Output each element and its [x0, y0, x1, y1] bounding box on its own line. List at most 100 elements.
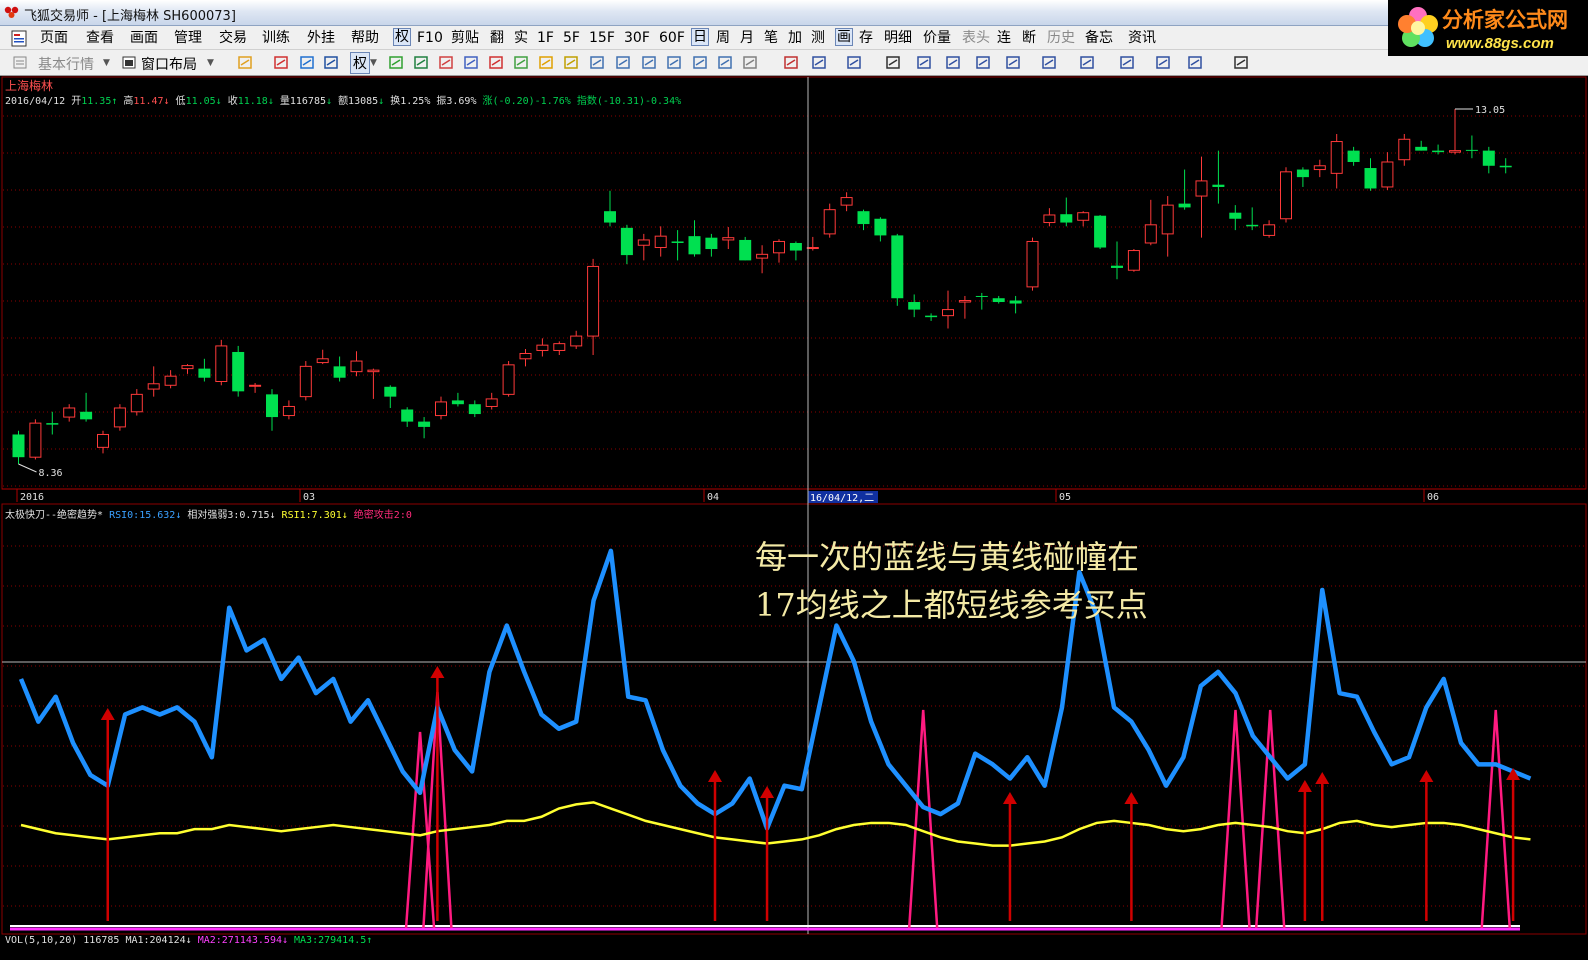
pink-spike	[1480, 709, 1511, 929]
menu-item[interactable]: F10	[417, 30, 443, 46]
chevron-down-icon[interactable]: ▼	[207, 58, 214, 68]
alert-icon[interactable]	[487, 54, 505, 71]
parallel-icon[interactable]	[974, 54, 992, 71]
candle-up	[587, 265, 600, 337]
text-icon[interactable]	[1078, 54, 1096, 71]
fan-icon[interactable]	[915, 54, 933, 71]
doc-icon[interactable]	[10, 30, 28, 47]
menu-item[interactable]: 价量	[923, 30, 951, 46]
table-icon[interactable]	[588, 54, 606, 71]
hline-icon[interactable]	[845, 54, 863, 71]
copy-icon[interactable]	[462, 54, 480, 71]
menu-item[interactable]: 训练	[262, 30, 290, 46]
layout-icon[interactable]	[322, 54, 340, 71]
pink-spike	[907, 709, 939, 929]
color-icon[interactable]	[387, 54, 405, 71]
chevron-down-icon[interactable]: ▼	[370, 58, 377, 68]
chevron-down-icon[interactable]: ▼	[103, 58, 110, 68]
menu-item[interactable]: 资讯	[1128, 30, 1156, 46]
candle-down	[384, 386, 397, 397]
red-arrow-head	[1124, 792, 1139, 804]
menu-item[interactable]: 测	[811, 30, 825, 46]
line-icon[interactable]	[810, 54, 828, 71]
menu-item[interactable]: 断	[1022, 30, 1036, 46]
menu-item[interactable]: 权	[393, 28, 411, 46]
crosshair-icon[interactable]	[298, 54, 316, 71]
screen-icon[interactable]	[716, 54, 734, 71]
menu-item[interactable]: 5F	[563, 30, 580, 46]
menu-item[interactable]: 周	[716, 30, 730, 46]
candle-down	[1009, 300, 1022, 304]
chart-annotation: 每一次的蓝线与黄线碰幢在 17均线之上都短线参考买点	[755, 533, 1148, 629]
window-icon[interactable]	[640, 54, 658, 71]
x-axis-label: 04	[707, 492, 719, 503]
min-price-label: 8.36	[39, 468, 63, 479]
menu-item[interactable]: 笔	[764, 30, 778, 46]
menu-item[interactable]: 表头	[962, 30, 990, 46]
paste-icon[interactable]	[1118, 54, 1136, 71]
candle-down	[688, 236, 701, 255]
candle-up	[181, 365, 194, 370]
menu-item[interactable]: 剪贴	[451, 30, 479, 46]
warning-icon[interactable]	[537, 54, 555, 71]
chart-icon[interactable]	[272, 54, 290, 71]
color-picker-icon[interactable]	[1154, 54, 1172, 71]
zoom-in-icon[interactable]	[665, 54, 683, 71]
menu-item[interactable]: 日	[691, 28, 709, 46]
candle-up	[1144, 224, 1157, 244]
open-icon[interactable]	[236, 54, 254, 71]
candle-up	[1381, 161, 1394, 188]
chart-area[interactable]: 13.05 8.36 2016 03 04 05 06 16/04/12,二 上海梅林 201…	[0, 76, 1588, 960]
mode-icon[interactable]	[1186, 54, 1204, 71]
candle-up	[249, 384, 262, 387]
layout-label[interactable]: 窗口布局	[141, 54, 197, 74]
list-icon[interactable]	[437, 54, 455, 71]
menu-item[interactable]: 查看	[86, 30, 114, 46]
menu-item[interactable]: 交易	[219, 30, 247, 46]
ohlc-value: 11.18↓	[237, 96, 274, 107]
menu-item[interactable]: 15F	[589, 30, 615, 46]
menu-item[interactable]: 存	[859, 30, 873, 46]
rect-icon[interactable]	[1004, 54, 1022, 71]
vline-icon[interactable]	[884, 54, 902, 71]
calc-icon[interactable]	[614, 54, 632, 71]
gear-icon[interactable]	[562, 54, 580, 71]
menu-item[interactable]: 加	[788, 30, 802, 46]
draw-icon[interactable]	[741, 54, 759, 71]
menu-item[interactable]: 连	[997, 30, 1011, 46]
grid-icon[interactable]	[412, 54, 430, 71]
menu-item[interactable]: 实	[514, 30, 528, 46]
menu-item[interactable]: 30F	[624, 30, 650, 46]
menu-item[interactable]: 页面	[40, 30, 68, 46]
candle-down	[1482, 150, 1495, 166]
money-icon[interactable]	[512, 54, 530, 71]
quote-volume: 量116785	[279, 96, 326, 107]
menu-item[interactable]: 画面	[130, 30, 158, 46]
menu-item[interactable]: 画	[835, 28, 853, 46]
candle-up	[316, 358, 329, 364]
pen-icon[interactable]	[782, 54, 800, 71]
min-price-pointer	[18, 463, 37, 473]
channel-icon[interactable]	[944, 54, 962, 71]
zoom-out-icon[interactable]	[691, 54, 709, 71]
menu-item[interactable]: 管理	[174, 30, 202, 46]
ohlc-label: 高	[117, 96, 134, 107]
market-label[interactable]: 基本行情	[38, 54, 94, 74]
menu-item[interactable]: 翻	[490, 30, 504, 46]
menu-item[interactable]: 备忘	[1085, 30, 1113, 46]
menu-item[interactable]: 外挂	[307, 30, 335, 46]
volume-ma-values: MA1:204124↓ MA2:271143.594↓ MA3:279414.5…	[125, 935, 372, 946]
candle-up	[536, 344, 549, 351]
save-icon[interactable]	[1232, 54, 1250, 71]
fq-button[interactable]: 权	[350, 52, 370, 74]
menu-item[interactable]: 明细	[884, 30, 912, 46]
ellipse-icon[interactable]	[1040, 54, 1058, 71]
cursor-date-label: 16/04/12,二	[810, 493, 874, 504]
menu-item[interactable]: 60F	[659, 30, 685, 46]
menu-item[interactable]: 月	[740, 30, 754, 46]
volume-ma-value: MA3:279414.5↑	[288, 935, 373, 946]
menu-item[interactable]: 1F	[537, 30, 554, 46]
menu-item[interactable]: 帮助	[351, 30, 379, 46]
candle-down	[975, 295, 988, 297]
menu-item[interactable]: 历史	[1047, 30, 1075, 46]
